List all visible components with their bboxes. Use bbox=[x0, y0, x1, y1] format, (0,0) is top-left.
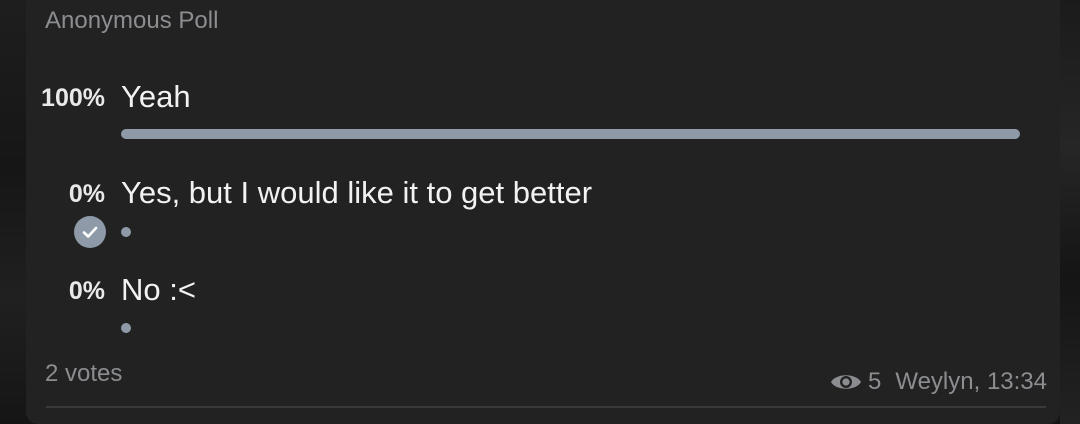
view-count: 5 bbox=[868, 368, 882, 395]
poll-type-label: Anonymous Poll bbox=[45, 7, 219, 34]
option-percent: 100% bbox=[41, 84, 105, 112]
option-text: Yes, but I would like it to get better bbox=[121, 175, 593, 210]
poll-option-yeah[interactable]: 100% Yeah bbox=[0, 79, 1080, 160]
message-meta: 5 Weylyn, 13:34 bbox=[829, 367, 1047, 397]
poll-option-no[interactable]: 0% No :< bbox=[0, 272, 1080, 353]
divider bbox=[46, 406, 1046, 408]
eye-icon bbox=[831, 375, 861, 389]
option-result-bar bbox=[121, 227, 131, 237]
poll-option-yes-better[interactable]: 0% Yes, but I would like it to get bette… bbox=[0, 175, 1080, 256]
option-text: No :< bbox=[121, 272, 196, 307]
total-votes: 2 votes bbox=[45, 360, 123, 387]
author-timestamp: Weylyn, 13:34 bbox=[895, 368, 1047, 395]
option-result-bar bbox=[121, 323, 131, 333]
chosen-answer-checkmark-icon bbox=[74, 216, 106, 248]
option-result-bar bbox=[121, 129, 1020, 139]
option-percent: 0% bbox=[68, 180, 105, 208]
option-result-fill bbox=[121, 129, 1020, 139]
option-text: Yeah bbox=[121, 79, 191, 114]
option-percent: 0% bbox=[68, 277, 105, 305]
